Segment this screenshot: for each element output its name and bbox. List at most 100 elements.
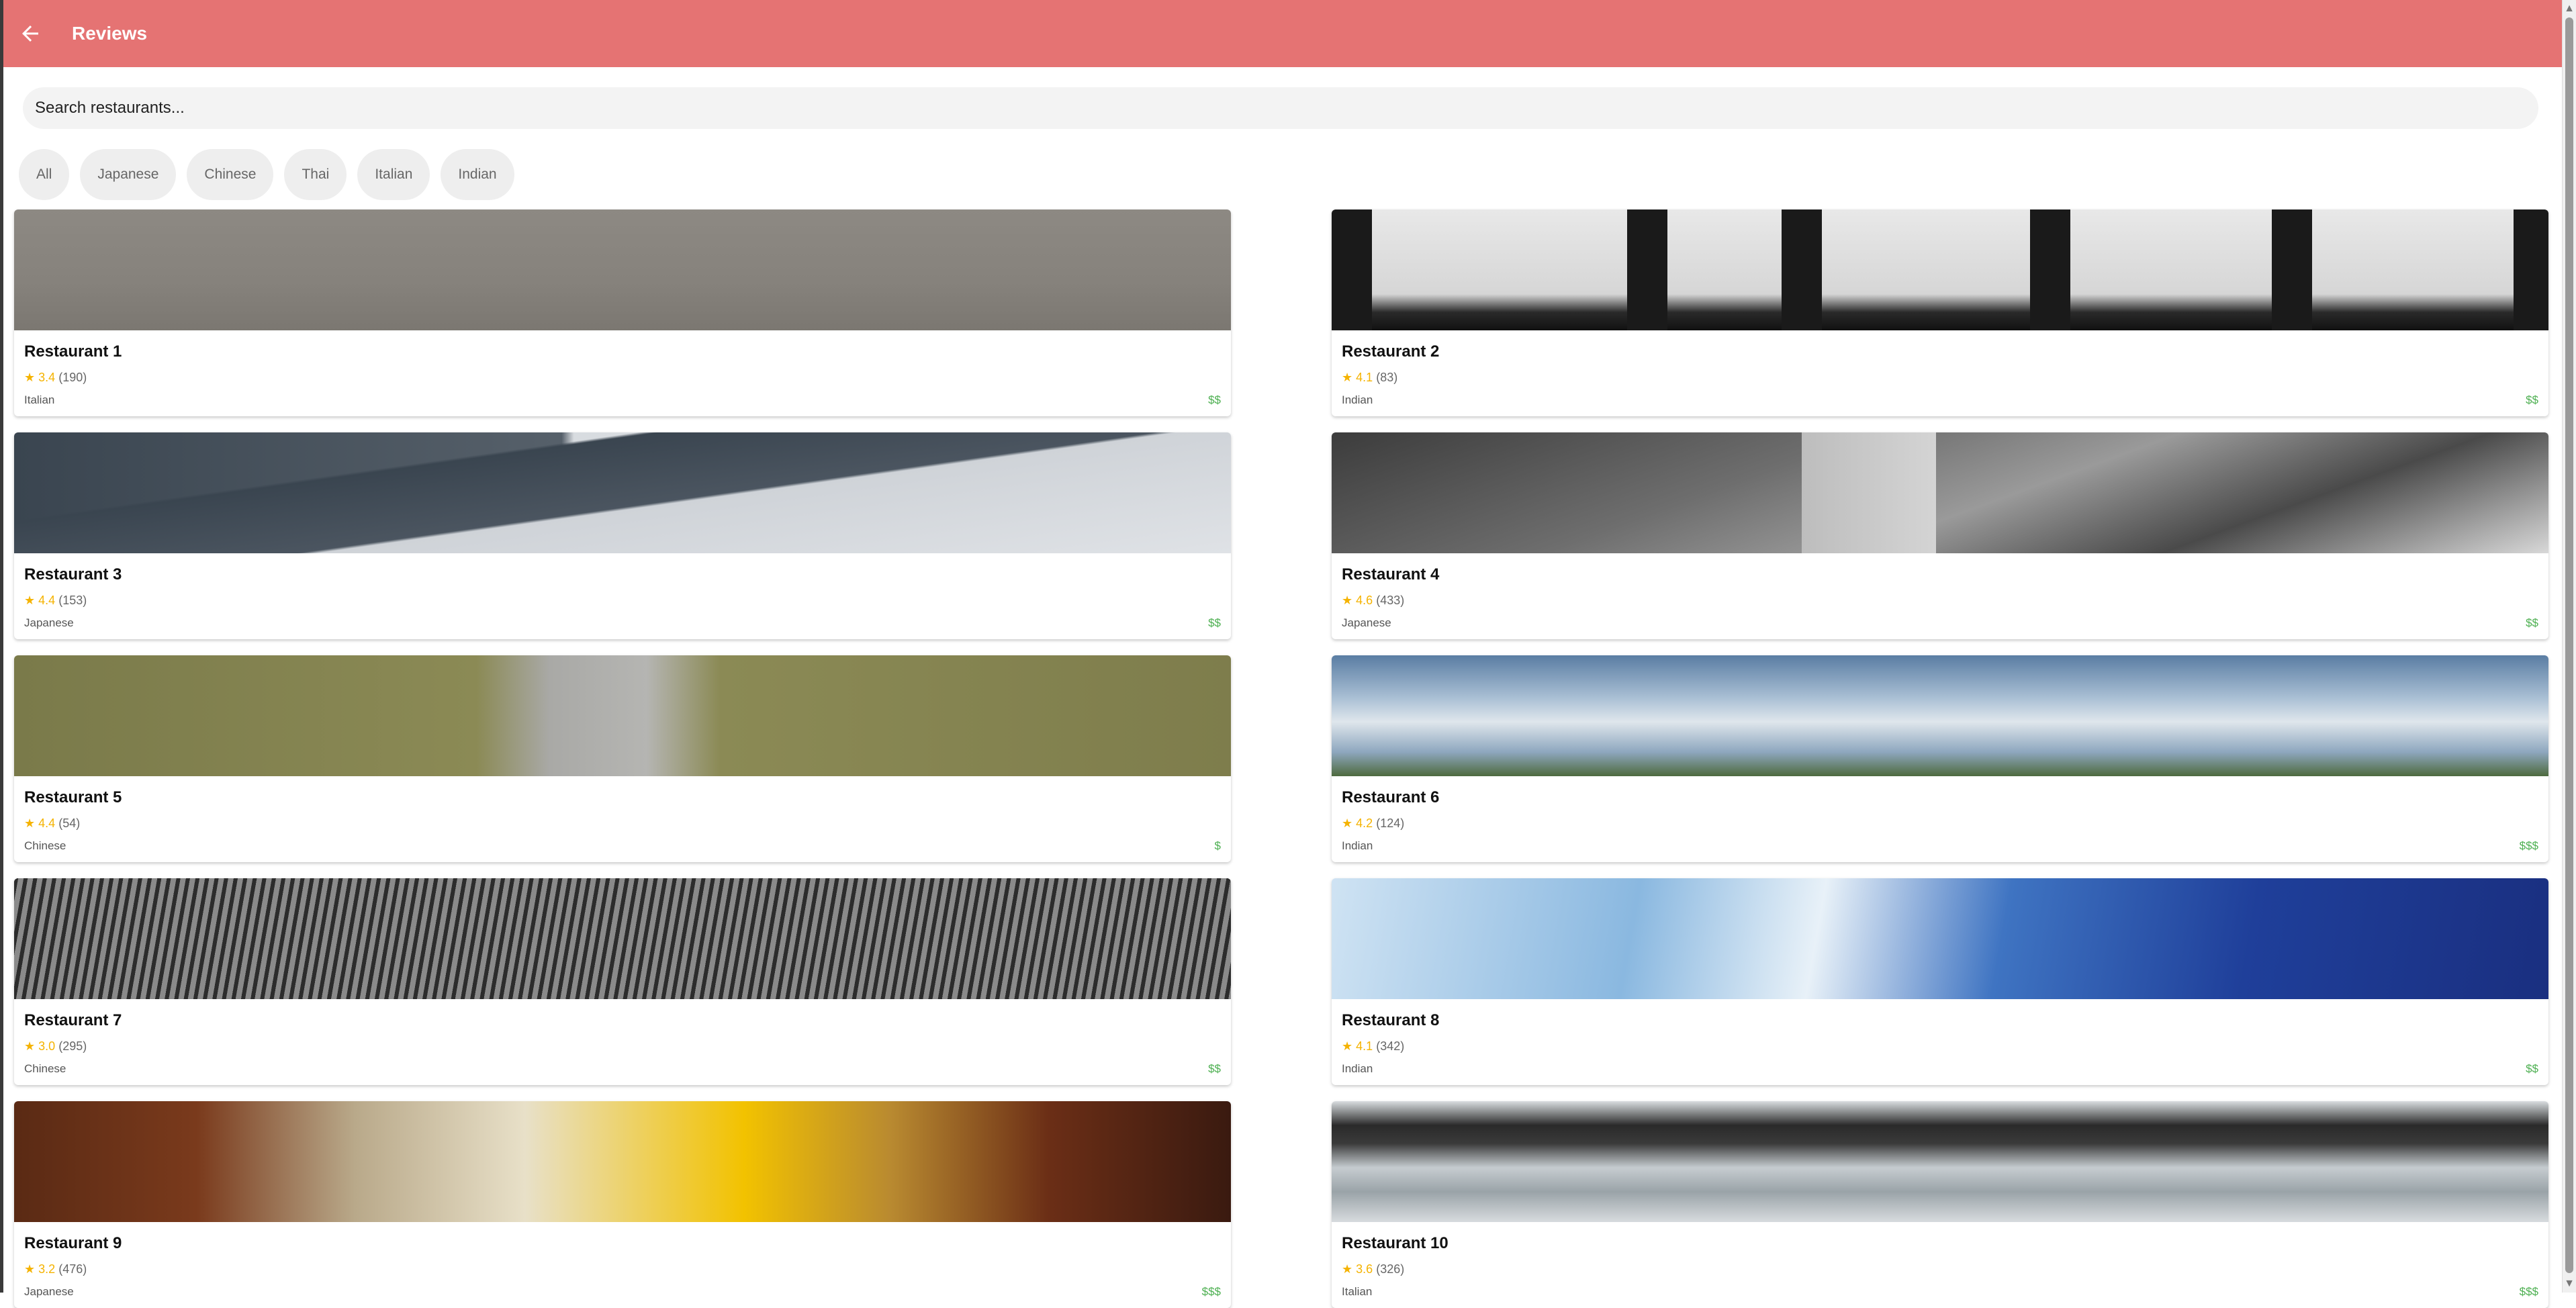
review-count: (433) <box>1376 594 1405 607</box>
scroll-down-arrow-icon[interactable]: ▼ <box>2563 1276 2576 1291</box>
restaurant-name: Restaurant 2 <box>1342 342 1440 361</box>
restaurant-card[interactable]: Restaurant 4 ★ 4.6 (433) Japanese $$ <box>1332 432 2548 639</box>
rating-value: 4.4 <box>38 816 56 830</box>
restaurant-price: $$ <box>1208 393 1221 406</box>
restaurant-card[interactable]: Restaurant 5 ★ 4.4 (54) Chinese $ <box>14 655 1231 862</box>
restaurant-rating: ★ 4.6 (433) <box>1342 594 1404 608</box>
filter-chip-all[interactable]: All <box>19 149 70 200</box>
app-bar: Reviews <box>3 0 2563 67</box>
star-icon: ★ <box>1342 594 1353 607</box>
restaurant-name: Restaurant 4 <box>1342 565 1440 583</box>
restaurant-rating: ★ 4.2 (124) <box>1342 816 1404 831</box>
restaurant-card[interactable]: Restaurant 8 ★ 4.1 (342) Indian $$ <box>1332 878 2548 1085</box>
restaurant-photo <box>1332 432 2548 553</box>
restaurant-photo <box>14 655 1231 776</box>
restaurant-photo <box>14 878 1231 999</box>
restaurant-price: $$ <box>2526 393 2538 406</box>
restaurant-cuisine: Italian <box>24 393 55 406</box>
restaurant-cuisine: Italian <box>1342 1285 1373 1298</box>
restaurant-price: $$ <box>2526 616 2538 629</box>
restaurant-rating: ★ 3.6 (326) <box>1342 1262 1404 1276</box>
restaurant-photo <box>1332 209 2548 330</box>
restaurant-cuisine: Chinese <box>24 839 66 852</box>
restaurant-price: $$ <box>2526 1062 2538 1075</box>
restaurant-name: Restaurant 5 <box>24 788 122 806</box>
restaurant-name: Restaurant 10 <box>1342 1234 1448 1252</box>
review-count: (124) <box>1376 816 1405 830</box>
vertical-scrollbar[interactable]: ▲ ▼ <box>2562 0 2576 1293</box>
restaurant-name: Restaurant 8 <box>1342 1011 1440 1029</box>
restaurant-card[interactable]: Restaurant 6 ★ 4.2 (124) Indian $$$ <box>1332 655 2548 862</box>
review-count: (295) <box>58 1039 87 1053</box>
restaurant-photo <box>1332 878 2548 999</box>
page-title: Reviews <box>72 23 148 44</box>
restaurant-card[interactable]: Restaurant 1 ★ 3.4 (190) Italian $$ <box>14 209 1231 416</box>
back-button[interactable] <box>3 0 57 67</box>
restaurant-cuisine: Japanese <box>24 1285 74 1298</box>
rating-value: 4.1 <box>1356 371 1373 384</box>
star-icon: ★ <box>24 1262 36 1276</box>
restaurant-card[interactable]: Restaurant 2 ★ 4.1 (83) Indian $$ <box>1332 209 2548 416</box>
filter-chip-thai[interactable]: Thai <box>284 149 347 200</box>
star-icon: ★ <box>1342 1262 1353 1276</box>
restaurant-name: Restaurant 1 <box>24 342 122 361</box>
star-icon: ★ <box>1342 371 1353 384</box>
review-count: (190) <box>58 371 87 384</box>
restaurant-photo <box>1332 655 2548 776</box>
rating-value: 3.0 <box>38 1039 56 1053</box>
star-icon: ★ <box>24 1039 36 1053</box>
rating-value: 4.4 <box>38 594 56 607</box>
window-left-edge <box>0 0 3 1293</box>
restaurant-photo <box>14 209 1231 330</box>
cuisine-filter-chips: All Japanese Chinese Thai Italian Indian <box>19 149 514 200</box>
restaurant-price: $$$ <box>2519 839 2538 852</box>
scroll-up-arrow-icon[interactable]: ▲ <box>2563 1 2576 16</box>
restaurant-card[interactable]: Restaurant 10 ★ 3.6 (326) Italian $$$ <box>1332 1101 2548 1308</box>
review-count: (54) <box>58 816 81 830</box>
restaurant-photo <box>14 1101 1231 1222</box>
restaurant-name: Restaurant 6 <box>1342 788 1440 806</box>
review-count: (476) <box>58 1262 87 1276</box>
restaurant-rating: ★ 3.2 (476) <box>24 1262 87 1276</box>
star-icon: ★ <box>24 816 36 830</box>
restaurant-card[interactable]: Restaurant 3 ★ 4.4 (153) Japanese $$ <box>14 432 1231 639</box>
star-icon: ★ <box>24 371 36 384</box>
scrollbar-thumb[interactable] <box>2565 17 2573 1273</box>
restaurant-rating: ★ 3.4 (190) <box>24 371 87 385</box>
restaurant-rating: ★ 4.4 (54) <box>24 816 80 831</box>
filter-chip-indian[interactable]: Indian <box>441 149 514 200</box>
restaurant-cuisine: Indian <box>1342 1062 1373 1075</box>
restaurant-cuisine: Indian <box>1342 393 1373 406</box>
arrow-left-icon <box>22 26 38 42</box>
restaurant-name: Restaurant 7 <box>24 1011 122 1029</box>
rating-value: 3.4 <box>38 371 56 384</box>
restaurant-rating: ★ 4.1 (342) <box>1342 1039 1404 1054</box>
restaurant-cuisine: Japanese <box>1342 616 1391 629</box>
restaurant-name: Restaurant 3 <box>24 565 122 583</box>
restaurant-rating: ★ 4.1 (83) <box>1342 371 1397 385</box>
restaurant-price: $$$ <box>2519 1285 2538 1298</box>
filter-chip-italian[interactable]: Italian <box>357 149 430 200</box>
review-count: (83) <box>1376 371 1398 384</box>
restaurant-photo <box>14 432 1231 553</box>
filter-chip-japanese[interactable]: Japanese <box>80 149 177 200</box>
restaurant-name: Restaurant 9 <box>24 1234 122 1252</box>
review-count: (153) <box>58 594 87 607</box>
restaurant-price: $ <box>1214 839 1221 852</box>
restaurant-price: $$$ <box>1201 1285 1221 1298</box>
search-input[interactable] <box>23 87 2538 129</box>
rating-value: 4.1 <box>1356 1039 1373 1053</box>
restaurant-price: $$ <box>1208 1062 1221 1075</box>
restaurant-photo <box>1332 1101 2548 1222</box>
restaurant-price: $$ <box>1208 616 1221 629</box>
rating-value: 4.6 <box>1356 594 1373 607</box>
star-icon: ★ <box>1342 816 1353 830</box>
restaurant-card[interactable]: Restaurant 7 ★ 3.0 (295) Chinese $$ <box>14 878 1231 1085</box>
review-count: (342) <box>1376 1039 1405 1053</box>
restaurant-card[interactable]: Restaurant 9 ★ 3.2 (476) Japanese $$$ <box>14 1101 1231 1308</box>
restaurant-cuisine: Japanese <box>24 616 74 629</box>
star-icon: ★ <box>24 594 36 607</box>
restaurant-cuisine: Chinese <box>24 1062 66 1075</box>
filter-chip-chinese[interactable]: Chinese <box>187 149 274 200</box>
restaurant-rating: ★ 3.0 (295) <box>24 1039 87 1054</box>
